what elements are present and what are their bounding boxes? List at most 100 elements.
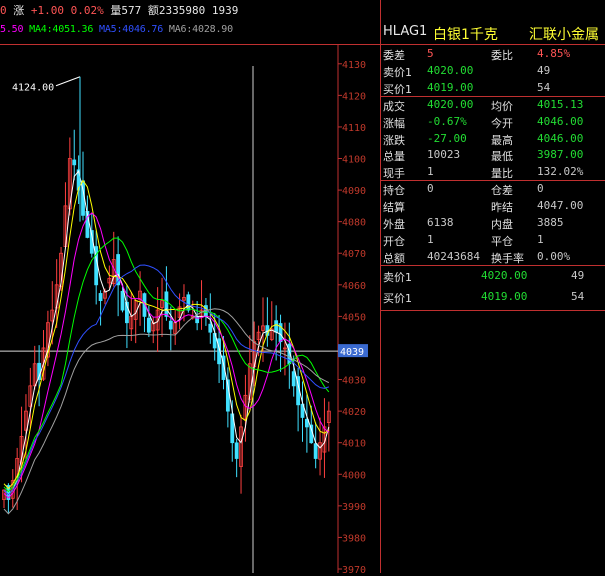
row-label: 总量 bbox=[383, 150, 405, 164]
quote-row: 买价1 4019.00 54 bbox=[381, 80, 605, 97]
trade-count: 1939 bbox=[211, 4, 239, 17]
row-value: 6138 bbox=[427, 216, 454, 229]
quote-row: 总额 40243684 换手率 0.00% bbox=[381, 249, 605, 266]
candlestick-chart[interactable]: 4130412041104100409040804070406040504040… bbox=[0, 44, 380, 576]
book-divider bbox=[381, 265, 605, 266]
book-label: 买价1 bbox=[383, 292, 412, 305]
row-label-2: 最高 bbox=[491, 133, 513, 147]
candle-body bbox=[186, 294, 191, 311]
row-label-2: 仓差 bbox=[491, 184, 513, 198]
change-value: +1.00 bbox=[30, 4, 64, 17]
quote-row: 成交 4020.00 均价 4015.13 bbox=[381, 97, 605, 114]
book-qty: 54 bbox=[571, 290, 585, 303]
row-label: 涨跌 bbox=[383, 133, 405, 147]
change-label: 涨 bbox=[13, 4, 25, 17]
row-value: 4020.00 bbox=[427, 63, 474, 77]
candle-body bbox=[291, 371, 296, 387]
ma6-value: 4028.90 bbox=[192, 24, 233, 35]
row-value-2: 1 bbox=[537, 232, 544, 246]
y-tick-label: 3980 bbox=[342, 533, 366, 544]
amount-label: 额 bbox=[147, 4, 159, 17]
y-tick-label: 3970 bbox=[342, 565, 366, 573]
candle-body bbox=[72, 159, 77, 166]
y-tick-label: 4030 bbox=[342, 376, 366, 387]
chart-canvas[interactable]: 4130412041104100409040804070406040504040… bbox=[0, 44, 380, 576]
row-value: 0 bbox=[427, 182, 434, 196]
row-value: 1 bbox=[427, 232, 434, 246]
candle-body bbox=[98, 293, 103, 302]
y-tick-label: 4050 bbox=[342, 312, 366, 323]
candle-body bbox=[274, 320, 279, 333]
quote-row: 开仓 1 平仓 1 bbox=[381, 232, 605, 249]
row-value-2: 3885 bbox=[537, 216, 564, 229]
row-value-2: 0 bbox=[537, 182, 544, 196]
current-price-tag: 4039 bbox=[340, 347, 364, 358]
row-label-2: 换手率 bbox=[491, 251, 524, 265]
book-qty: 49 bbox=[571, 269, 585, 282]
quote-row: 涨跌 -27.00 最高 4046.00 bbox=[381, 131, 605, 148]
ma5-label: MA5: bbox=[99, 24, 123, 35]
candle-body bbox=[164, 291, 169, 317]
row-label: 外盘 bbox=[383, 218, 405, 231]
row-value-2: 0.00% bbox=[537, 249, 571, 263]
row-label: 持仓 bbox=[383, 184, 405, 198]
quote-row: 委差 5 委比 4.85% bbox=[381, 46, 605, 63]
row-value-2: 4047.00 bbox=[537, 199, 584, 213]
quote-row: 涨幅 -0.67% 今开 4046.00 bbox=[381, 114, 605, 131]
row-value: -0.67% bbox=[427, 114, 467, 128]
quote-row: 现手 1 量比 132.02% bbox=[381, 164, 605, 181]
row-label: 成交 bbox=[383, 99, 405, 113]
row-label: 卖价1 bbox=[383, 65, 412, 79]
instrument-name: 白银1千克 bbox=[433, 27, 498, 43]
y-tick-label: 4130 bbox=[342, 60, 366, 71]
candle-body bbox=[313, 443, 318, 459]
y-tick-label: 4060 bbox=[342, 281, 366, 292]
quote-row: 持仓 0 仓差 0 bbox=[381, 181, 605, 198]
quote-row: 外盘 6138 内盘 3885 bbox=[381, 215, 605, 232]
book-label: 卖价1 bbox=[383, 271, 412, 284]
y-tick-label: 4000 bbox=[342, 470, 366, 481]
quote-panel: HLAG1 白银1千克 汇联小金属 委差 5 委比 4.85% 卖价1 4020.00 49… bbox=[380, 0, 605, 573]
y-tick-label: 4110 bbox=[342, 123, 366, 134]
y-tick-label: 4090 bbox=[342, 186, 366, 197]
y-tick-label: 4080 bbox=[342, 218, 366, 229]
row-label: 涨幅 bbox=[383, 116, 405, 130]
book-price: 4019.00 bbox=[481, 290, 528, 303]
row-value: 4020.00 bbox=[427, 97, 474, 111]
row-label-2: 内盘 bbox=[491, 218, 513, 231]
amount-value: 2335980 bbox=[158, 4, 206, 17]
candle-body bbox=[146, 317, 151, 333]
row-value: 10023 bbox=[427, 148, 461, 162]
row-label-2: 均价 bbox=[491, 99, 513, 113]
row-label: 现手 bbox=[383, 167, 405, 181]
ma4-label: MA4: bbox=[29, 24, 53, 35]
order-book-row: 买价1 4019.00 54 bbox=[381, 289, 605, 306]
volume-label: 量 bbox=[110, 4, 122, 17]
ma-legend: 5.50 MA4:4051.36 MA5:4046.76 MA6:4028.90 bbox=[0, 24, 233, 40]
ma6-label: MA6: bbox=[168, 24, 193, 35]
row-value: 5 bbox=[427, 47, 434, 60]
row-value-2: 4046.00 bbox=[537, 114, 584, 128]
row-label: 委差 bbox=[383, 49, 405, 62]
row-value-2: 54 bbox=[537, 80, 551, 94]
row-value-2: 3987.00 bbox=[537, 148, 584, 162]
change-summary: 0 涨 +1.00 0.02% 量577 额2335980 1939 bbox=[0, 2, 238, 18]
row-value-2: 49 bbox=[537, 63, 551, 77]
row-value-2: 132.02% bbox=[537, 165, 584, 179]
row-value: 1 bbox=[427, 165, 434, 179]
row-label-2: 量比 bbox=[491, 167, 513, 181]
row-value-2: 4015.13 bbox=[537, 97, 584, 111]
change-percent: 0.02% bbox=[70, 4, 104, 17]
book-divider bbox=[381, 310, 605, 311]
row-label-2: 平仓 bbox=[491, 234, 513, 248]
row-value: -27.00 bbox=[427, 131, 467, 145]
row-label-2: 昨结 bbox=[491, 201, 513, 215]
y-tick-label: 4010 bbox=[342, 439, 366, 450]
quote-info-bar: 0 涨 +1.00 0.02% 量577 额2335980 1939 5.50 … bbox=[0, 0, 380, 44]
quote-row: 卖价1 4020.00 49 bbox=[381, 63, 605, 80]
order-book-row: 卖价1 4020.00 49 bbox=[381, 268, 605, 285]
quote-row: 结算 昨结 4047.00 bbox=[381, 198, 605, 215]
prefix-fragment: 0 bbox=[0, 4, 7, 17]
y-tick-label: 4070 bbox=[342, 249, 366, 260]
row-label: 开仓 bbox=[383, 234, 405, 248]
